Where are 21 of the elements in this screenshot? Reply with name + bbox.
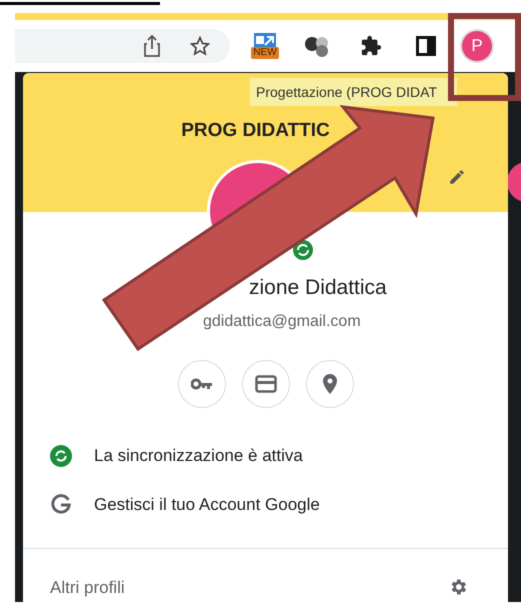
edit-icon[interactable] [448,168,466,186]
puzzle-icon[interactable] [360,35,382,57]
tooltip: Progettazione (PROG DIDAT [250,78,458,106]
profile-avatar-button[interactable]: P [462,31,492,61]
new-badge: NEW [251,47,279,59]
profile-name: zione Didattica [249,275,388,301]
sync-status-item[interactable]: La sincronizzazione è attiva [23,432,508,480]
share-icon[interactable] [144,35,160,57]
address-bar[interactable] [15,29,230,63]
profile-title: PROG DIDATTIC [181,119,331,143]
location-pin-icon [322,374,336,394]
star-icon[interactable] [190,36,210,56]
other-profiles-label: Altri profili [50,576,125,598]
profile-email: gdidattica@gmail.com [203,312,362,332]
sync-icon [50,445,72,467]
card-icon [254,374,276,392]
google-icon [50,494,72,516]
manage-account-item[interactable]: Gestisci il tuo Account Google [23,480,508,530]
key-icon [190,378,212,390]
extension-icon[interactable] [254,33,276,47]
side-panel-icon[interactable] [416,36,436,56]
